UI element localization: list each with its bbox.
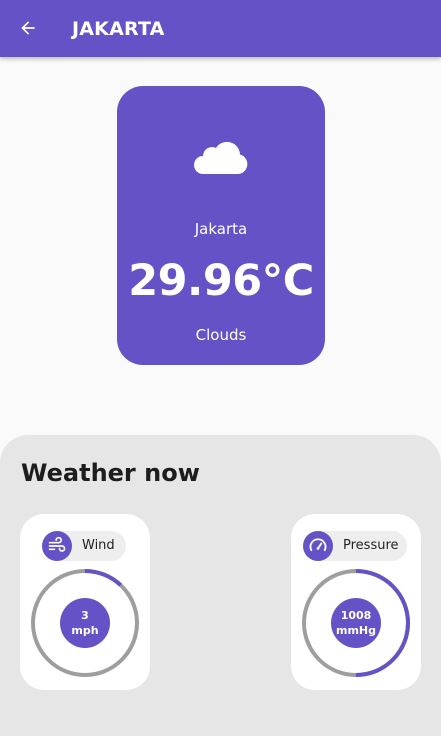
- weather-condition: Clouds: [195, 326, 247, 344]
- pressure-label: Pressure: [343, 538, 399, 553]
- arrow-left-icon: [21, 21, 35, 35]
- pressure-card: Pressure 1008 mmHg: [291, 514, 421, 690]
- wind-value: 3 mph: [60, 598, 110, 648]
- back-button[interactable]: [14, 14, 42, 42]
- wind-speed: 3: [81, 609, 89, 622]
- pressure-label-pill: Pressure: [303, 531, 407, 561]
- page-title: JAKARTA: [72, 18, 165, 40]
- app-bar: JAKARTA: [0, 0, 441, 57]
- wind-unit: mph: [71, 624, 99, 637]
- cloud-icon: [194, 141, 248, 174]
- section-title: Weather now: [21, 459, 200, 487]
- pressure-value: 1008 mmHg: [331, 598, 381, 648]
- weather-now-panel: Weather now Wind 3 mph Pressure 1008 mmH…: [0, 435, 441, 736]
- current-weather-card: Jakarta 29.96°C Clouds: [117, 86, 325, 365]
- wind-icon: [48, 536, 66, 552]
- wind-label-pill: Wind: [42, 531, 126, 561]
- speedometer-icon: [309, 538, 327, 552]
- pressure-unit: mmHg: [335, 624, 376, 637]
- city-name: Jakarta: [194, 220, 248, 238]
- wind-label: Wind: [82, 538, 115, 553]
- temperature: 29.96°C: [128, 256, 314, 306]
- pressure-reading: 1008: [340, 609, 372, 622]
- wind-card: Wind 3 mph: [20, 514, 150, 690]
